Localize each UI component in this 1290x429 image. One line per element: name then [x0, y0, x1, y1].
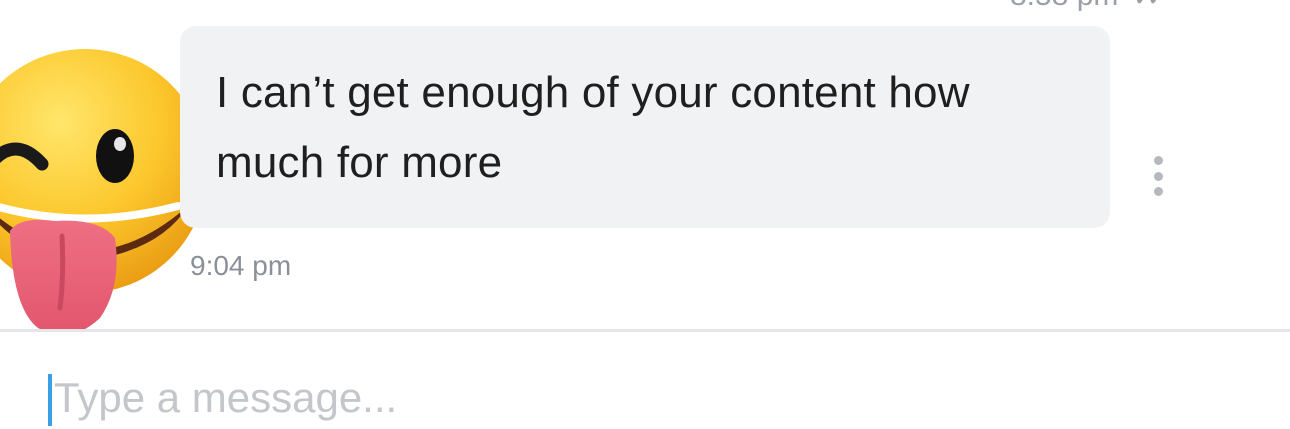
message-input[interactable]	[48, 368, 1234, 428]
menu-dot	[1153, 156, 1163, 165]
message-composer	[0, 332, 1290, 429]
previous-message-timestamp: 8:58 pm	[1010, 0, 1118, 13]
double-check-icon: ✓✓	[1132, 0, 1169, 13]
previous-message-meta: 8:58 pm ✓✓	[1010, 0, 1169, 13]
message-bubble[interactable]: I can’t get enough of your content how m…	[180, 26, 1110, 228]
menu-dot	[1153, 171, 1163, 181]
message-timestamp: 9:04 pm	[190, 250, 292, 281]
message-text: I can’t get enough of your content how m…	[216, 68, 970, 187]
chat-screen: 8:58 pm ✓✓	[0, 0, 1290, 429]
sender-avatar[interactable]	[0, 46, 210, 336]
winking-face-with-tongue-emoji-icon	[0, 49, 207, 336]
menu-dot	[1153, 187, 1163, 196]
more-vertical-icon[interactable]	[1146, 156, 1170, 196]
